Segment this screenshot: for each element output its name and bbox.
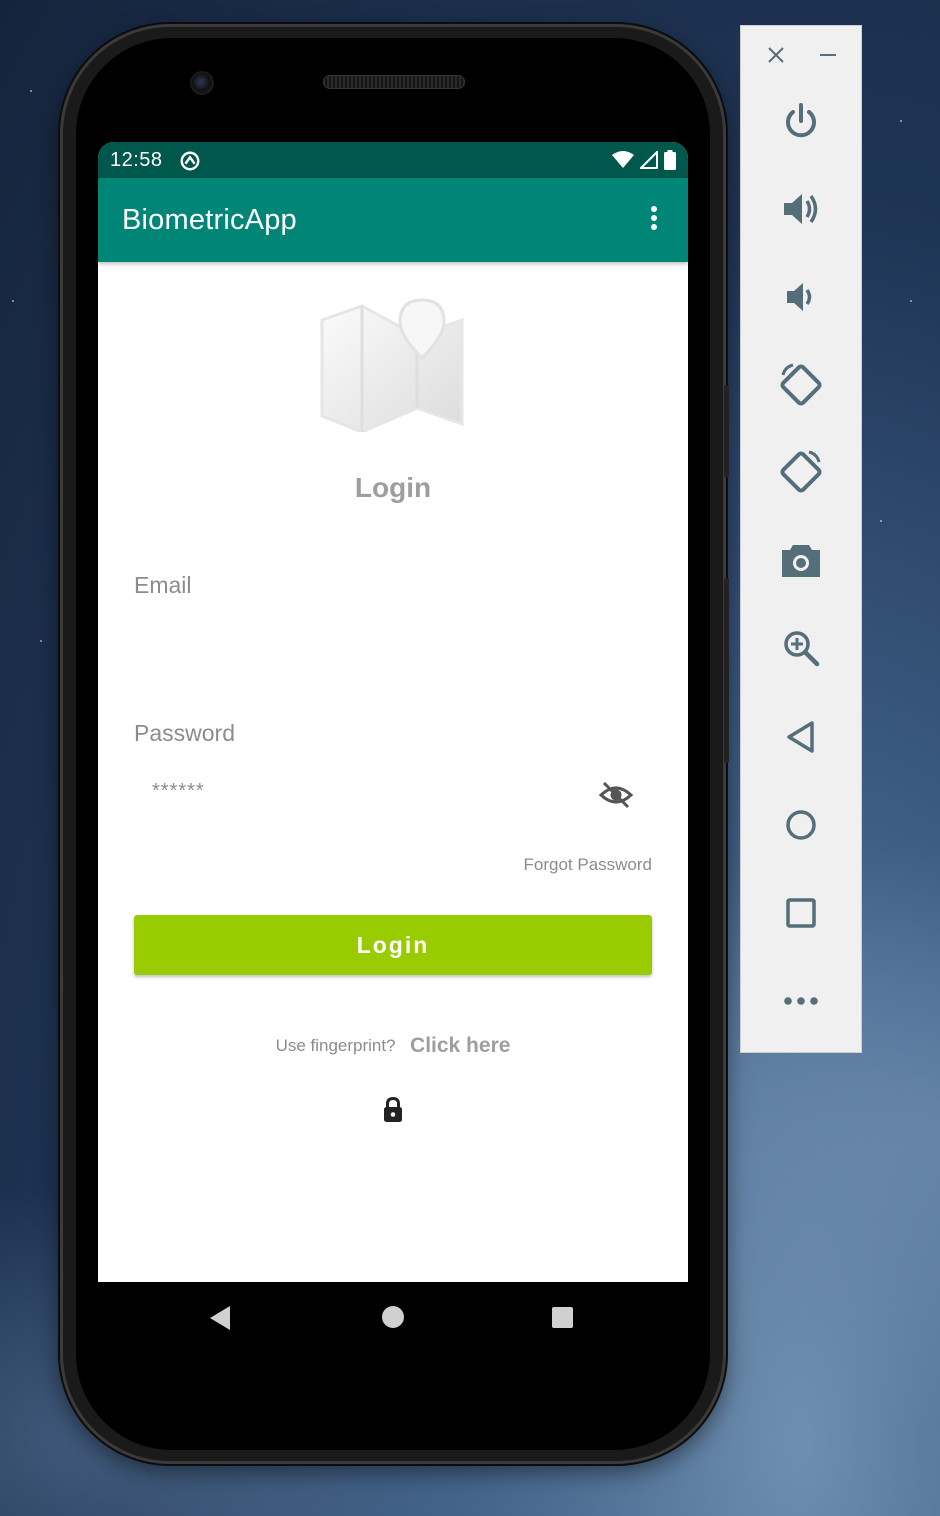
more-icon[interactable] [775, 975, 827, 1027]
volume-down-icon[interactable] [775, 271, 827, 323]
app-title: BiometricApp [122, 204, 297, 236]
recents-icon[interactable] [552, 1307, 573, 1328]
map-logo [320, 298, 464, 432]
device-side-button [724, 385, 729, 477]
status-icons [612, 150, 676, 170]
zoom-icon[interactable] [775, 622, 827, 674]
earpiece-speaker [323, 75, 465, 89]
panel-window-controls [741, 26, 861, 86]
page-title: Login [354, 472, 432, 503]
close-icon[interactable] [765, 44, 787, 66]
device-side-button [724, 578, 729, 763]
app-bar: BiometricApp [98, 178, 688, 262]
more-vert-icon[interactable] [644, 204, 664, 236]
app-screen: 12:58 BiometricApp Login Email Password … [98, 142, 688, 1282]
wifi-icon [612, 151, 634, 168]
fingerprint-row: Use fingerprint? Click here [98, 1034, 688, 1058]
emulator-panel [740, 25, 862, 1053]
fingerprint-link[interactable]: Click here [410, 1034, 510, 1057]
rotate-right-icon[interactable] [775, 446, 827, 498]
status-bar: 12:58 [98, 142, 688, 178]
password-field[interactable]: ****** [152, 780, 205, 803]
nav-bar [98, 1282, 688, 1354]
fingerprint-question: Use fingerprint? [275, 1036, 396, 1055]
lock-icon[interactable] [382, 1097, 404, 1123]
signal-icon [640, 151, 658, 169]
volume-up-icon[interactable] [775, 183, 827, 235]
visibility-off-icon[interactable] [598, 780, 634, 810]
rotate-left-icon[interactable] [775, 359, 827, 411]
overview-icon[interactable] [775, 887, 827, 939]
forgot-password-link[interactable]: Forgot Password [524, 855, 653, 875]
back-icon[interactable] [775, 711, 827, 763]
minimize-icon[interactable] [817, 46, 839, 68]
back-icon[interactable] [208, 1305, 232, 1331]
home-icon[interactable] [775, 799, 827, 851]
front-camera [192, 73, 212, 93]
camera-icon[interactable] [775, 534, 827, 586]
email-field[interactable] [134, 612, 652, 672]
email-label: Email [134, 572, 192, 598]
password-label: Password [134, 720, 235, 746]
status-time: 12:58 [110, 149, 163, 171]
home-icon[interactable] [382, 1306, 404, 1328]
battery-icon [664, 150, 676, 170]
login-button[interactable]: Login [134, 915, 652, 975]
sync-icon [180, 151, 200, 171]
power-icon[interactable] [775, 96, 827, 148]
